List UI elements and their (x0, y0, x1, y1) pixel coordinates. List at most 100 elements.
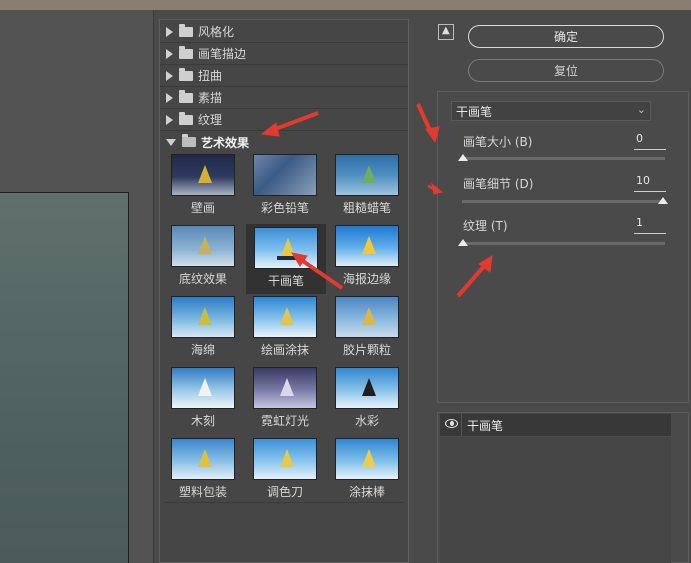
filter-neon-glow[interactable]: 霓虹灯光 (250, 364, 320, 432)
filter-label: 塑料包装 (178, 485, 227, 499)
filter-thumbnail (253, 367, 317, 409)
category-texture[interactable]: 纹理 (160, 109, 408, 131)
category-label: 扭曲 (198, 69, 223, 83)
collapse-triangle-icon (166, 138, 176, 146)
expand-triangle-icon (166, 70, 173, 81)
chevron-down-icon: ⌄ (636, 103, 646, 116)
filter-thumbnail (253, 296, 317, 338)
filter-thumbnail (171, 225, 235, 267)
category-brush-strokes[interactable]: 画笔描边 (160, 43, 408, 65)
folder-icon (179, 45, 193, 59)
texture-slider[interactable] (462, 242, 665, 245)
ok-button[interactable]: 确定 (468, 25, 664, 48)
category-distort[interactable]: 扭曲 (160, 65, 408, 87)
layer-separator (461, 414, 462, 436)
filter-thumbnail (171, 438, 235, 480)
expand-triangle-icon (166, 26, 173, 37)
brush-size-slider[interactable] (462, 157, 665, 160)
arrow-to-settings (416, 103, 434, 136)
folder-open-icon (182, 134, 196, 147)
filter-thumbnail (253, 438, 317, 480)
window-top-edge (0, 0, 691, 10)
filter-thumbnail (171, 367, 235, 409)
folder-icon (179, 111, 193, 125)
filter-label: 水彩 (354, 414, 379, 428)
filter-label: 木刻 (190, 414, 215, 428)
filter-label: 绘画涂抹 (260, 343, 309, 357)
selected-filter-value: 干画笔 (456, 104, 493, 119)
filter-colored-pencil[interactable]: 彩色铅笔 (250, 151, 320, 219)
filter-thumbnail (335, 225, 399, 267)
filter-label: 粗糙蜡笔 (342, 201, 391, 215)
filter-gallery-window: 风格化 画笔描边 扭曲 素描 纹理 艺术效果 壁画 彩色铅笔 粗糙蜡笔 底纹效果… (0, 0, 691, 563)
filter-label: 涂抹棒 (348, 485, 385, 499)
effect-layer-name: 干画笔 (467, 419, 504, 433)
brush-detail-label: 画笔细节 (D) (463, 177, 534, 191)
folder-icon (179, 89, 193, 103)
texture-field[interactable]: 1 (634, 216, 666, 234)
texture-slider-thumb[interactable] (458, 239, 468, 246)
filter-thumbnail (335, 367, 399, 409)
filter-thumbnail (254, 227, 318, 269)
filter-thumbnail (253, 154, 317, 196)
filter-watercolor[interactable]: 水彩 (332, 364, 402, 432)
effect-layers-list (440, 437, 671, 563)
filter-poster-edges[interactable]: 海报边缘 (332, 222, 402, 290)
filter-label: 胶片颗粒 (342, 343, 391, 357)
arrow-small (427, 184, 438, 192)
filter-label: 壁画 (190, 201, 215, 215)
filter-thumbnail (171, 296, 235, 338)
folder-icon (179, 67, 193, 81)
filter-rough-pastels[interactable]: 粗糙蜡笔 (332, 151, 402, 219)
filter-thumbnail (335, 438, 399, 480)
brush-size-field[interactable]: 0 (634, 132, 666, 150)
filter-dry-brush[interactable]: 干画笔 (246, 224, 326, 294)
filter-cutout[interactable]: 木刻 (168, 364, 238, 432)
filter-label: 彩色铅笔 (260, 201, 309, 215)
category-label: 纹理 (198, 113, 223, 127)
filter-label: 调色刀 (266, 485, 303, 499)
category-artistic[interactable]: 艺术效果 (160, 131, 408, 153)
filter-film-grain[interactable]: 胶片颗粒 (332, 293, 402, 361)
filter-paint-daubs[interactable]: 绘画涂抹 (250, 293, 320, 361)
preview-pane[interactable] (0, 10, 154, 563)
filter-label: 霓虹灯光 (260, 414, 309, 428)
filter-thumbnail (171, 154, 235, 196)
reset-button[interactable]: 复位 (468, 59, 664, 82)
collapse-gallery-button[interactable]: ▲ (438, 24, 454, 40)
expand-triangle-icon (166, 92, 173, 103)
brush-detail-slider-thumb[interactable] (658, 197, 668, 204)
filter-plastic-wrap[interactable]: 塑料包装 (168, 435, 238, 503)
filter-gallery-list: 风格化 画笔描边 扭曲 素描 纹理 艺术效果 壁画 彩色铅笔 粗糙蜡笔 底纹效果… (159, 19, 409, 563)
brush-detail-field[interactable]: 10 (634, 174, 666, 192)
brush-size-slider-thumb[interactable] (458, 154, 468, 161)
gallery-divider (164, 502, 404, 503)
category-label: 风格化 (198, 25, 235, 39)
filter-label: 底纹效果 (178, 272, 227, 286)
category-label: 素描 (198, 91, 223, 105)
brush-size-label: 画笔大小 (B) (463, 135, 533, 149)
filter-smudge-stick[interactable]: 涂抹棒 (332, 435, 402, 503)
filter-sponge[interactable]: 海绵 (168, 293, 238, 361)
folder-icon (179, 23, 193, 37)
filter-label: 海绵 (190, 343, 215, 357)
texture-label: 纹理 (T) (463, 219, 508, 233)
category-label: 艺术效果 (201, 135, 250, 150)
filter-underpainting[interactable]: 底纹效果 (168, 222, 238, 290)
filter-select-dropdown[interactable]: 干画笔 ⌄ (451, 101, 651, 121)
collapse-up-icon: ▲ (442, 25, 450, 36)
filter-fresco[interactable]: 壁画 (168, 151, 238, 219)
filter-palette-knife[interactable]: 调色刀 (250, 435, 320, 503)
category-label: 画笔描边 (198, 47, 247, 61)
brush-detail-slider[interactable] (462, 200, 665, 203)
category-sketch[interactable]: 素描 (160, 87, 408, 109)
filter-thumbnail (335, 296, 399, 338)
category-stylize[interactable]: 风格化 (160, 21, 408, 43)
eye-icon[interactable] (445, 419, 458, 428)
filter-thumbnail (335, 154, 399, 196)
expand-triangle-icon (166, 114, 173, 125)
expand-triangle-icon (166, 48, 173, 59)
filter-label: 海报边缘 (342, 272, 391, 286)
preview-image[interactable] (0, 192, 129, 563)
filter-label: 干画笔 (267, 274, 304, 288)
